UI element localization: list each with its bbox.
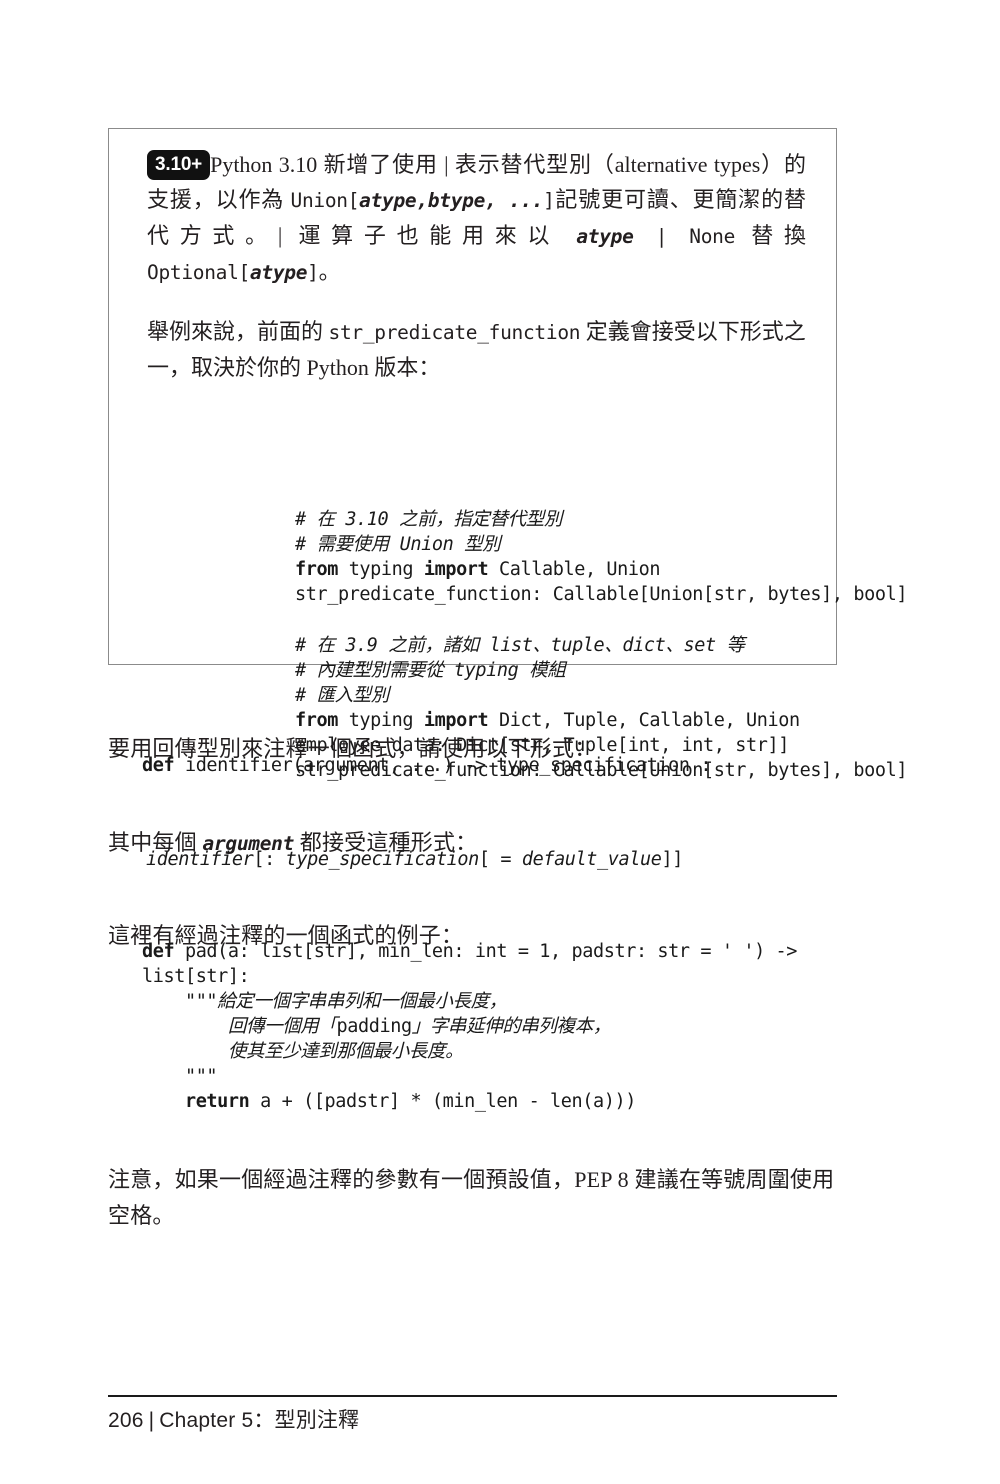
code-argument-form: identifier[: type_specification[ = defau… [146, 847, 886, 872]
code-token: # 匯入型別 [295, 685, 389, 706]
document-page: 3.10+ Python 3.10 新增了使用 | 表示替代型別（alternat… [0, 0, 1000, 1484]
code-line: # 需要使用 Union 型別 [295, 534, 501, 555]
code-token: 之前，指定替代型別 [388, 509, 562, 530]
code-token: ]] [661, 849, 683, 870]
code-token: 等 [715, 635, 745, 656]
code-token: 3.10 [345, 509, 389, 530]
note-p1-code-optional-end: ] [307, 261, 319, 284]
code-token: from [295, 559, 338, 580]
note-p1-code-none: | None [633, 225, 736, 248]
note-p1-code-optional: Optional[ [147, 261, 250, 284]
code-token: dict [622, 635, 666, 656]
code-token: typing [337, 710, 424, 731]
code-token: set [683, 635, 716, 656]
code-line: def pad(a: list[str], min_len: int = 1, … [142, 941, 797, 962]
code-line: # 在 3.9 之前，諸如 list、tuple、dict、set 等 [295, 635, 745, 656]
code-token: return [184, 1091, 250, 1112]
code-line: # 匯入型別 [295, 685, 389, 706]
code-line: identifier[: type_specification[ = defau… [146, 849, 683, 870]
note-p1-text-c: 替換 [735, 223, 806, 248]
code-token: padding [336, 1016, 413, 1037]
code-token: identifier [146, 849, 254, 870]
code-token: 型別 [453, 534, 501, 555]
code-token: type_specification [285, 849, 480, 870]
note-p1-code-optional-italic: atype [249, 261, 308, 284]
note-p1-code-union: Union[ [290, 189, 360, 212]
note-paragraph-2: 舉例來說，前面的 str_predicate_function 定義會接受以下形… [147, 314, 806, 385]
code-token: 3.9 [345, 635, 378, 656]
code-line: 回傳一個用「padding」字串延伸的串列複本， [142, 1016, 611, 1037]
code-token: typing [453, 660, 519, 681]
footer-chapter-title: Chapter 5：型別注釋 [159, 1409, 360, 1432]
code-token: 、 [665, 635, 684, 656]
note-paragraph-1: 3.10+ Python 3.10 新增了使用 | 表示替代型別（alternat… [147, 147, 806, 290]
code-token: """ [142, 991, 218, 1012]
code-line: list[str]: [142, 966, 250, 987]
code-token: str_predicate_function: Callable[Union[s… [295, 584, 908, 605]
code-token: """ [142, 1066, 218, 1087]
code-token: tuple [550, 635, 605, 656]
code-token: 、 [604, 635, 623, 656]
note-p1-code-atype: atype [576, 225, 634, 248]
code-token: import [423, 710, 489, 731]
code-line: from typing import Callable, Union [295, 559, 661, 580]
code-line: # 內建型別需要從 typing 模組 [295, 660, 566, 681]
code-token: def [142, 755, 175, 776]
code-token: typing [337, 559, 424, 580]
code-token: 之前，諸如 [377, 635, 490, 656]
page-footer: 206 | Chapter 5：型別注釋 [108, 1406, 848, 1436]
code-token: pad(a: list[str], min_len: int = 1, pads… [174, 941, 798, 962]
footer-page-number: 206 [108, 1409, 144, 1432]
code-token: 」字串延伸的串列複本， [411, 1016, 612, 1037]
note-p2-code-fn: str_predicate_function [328, 321, 581, 344]
code-line: return a + ([padstr] * (min_len - len(a)… [142, 1091, 636, 1112]
code-token: identifier(argument, ...) -> type_specif… [174, 755, 712, 776]
code-token: import [423, 559, 489, 580]
note-box-content: 3.10+ Python 3.10 新增了使用 | 表示替代型別（alternat… [109, 129, 836, 385]
code-token: from [295, 710, 338, 731]
code-line: """ [142, 1066, 218, 1087]
footer-divider [108, 1395, 837, 1397]
note-p1-text-d: 。 [318, 259, 341, 284]
code-line: # 在 3.10 之前，指定替代型別 [295, 509, 562, 530]
code-token: default_value [521, 849, 662, 870]
code-token: list [489, 635, 533, 656]
code-token: def [142, 941, 175, 962]
paragraph-pep8-note: 注意，如果一個經過注釋的參數有一個預設值，PEP 8 建議在等號周圍使用空格。 [108, 1167, 835, 1228]
footer-separator: | [148, 1409, 155, 1432]
code-token: 、 [532, 635, 551, 656]
code-token: # 在 [295, 635, 346, 656]
code-token: # 在 [295, 509, 346, 530]
code-token: list[str]: [142, 966, 250, 987]
code-token: 回傳一個用「 [227, 1016, 337, 1037]
code-block-pre310: # 在 3.10 之前，指定替代型別 # 需要使用 Union 型別 from … [295, 507, 935, 607]
code-token: [ = [478, 849, 522, 870]
code-token: a + ([padstr] * (min_len - len(a))) [249, 1091, 636, 1112]
code-token: 給定一個字串串列和一個最小長度， [217, 991, 507, 1012]
code-line: 使其至少達到那個最小長度。 [142, 1041, 464, 1062]
code-token: Callable, Union [488, 559, 661, 580]
note-p2-text-a: 舉例來說，前面的 [147, 319, 329, 344]
code-line: str_predicate_function: Callable[Union[s… [295, 584, 907, 605]
code-token: Union [399, 534, 454, 555]
code-line: from typing import Dict, Tuple, Callable… [295, 710, 800, 731]
code-token: Dict, Tuple, Callable, Union [488, 710, 800, 731]
note-p1-code-union-end: ] [543, 189, 555, 212]
note-p1-code-union-italic: atype,btype, ... [359, 189, 544, 212]
version-note-box: 3.10+ Python 3.10 新增了使用 | 表示替代型別（alternat… [108, 128, 907, 781]
code-token: 模組 [518, 660, 566, 681]
code-token: # 內建型別需要從 [295, 660, 454, 681]
code-line: def identifier(argument, ...) -> type_sp… [142, 755, 712, 776]
code-token: # 需要使用 [295, 534, 400, 555]
code-token: [: [253, 849, 286, 870]
version-badge: 3.10+ [147, 150, 211, 180]
code-line: """給定一個字串串列和一個最小長度， [142, 991, 507, 1012]
code-pad-function: def pad(a: list[str], min_len: int = 1, … [142, 939, 902, 1114]
code-def-signature-form: def identifier(argument, ...) -> type_sp… [142, 753, 882, 778]
code-token: 使其至少達到那個最小長度。 [227, 1041, 464, 1062]
